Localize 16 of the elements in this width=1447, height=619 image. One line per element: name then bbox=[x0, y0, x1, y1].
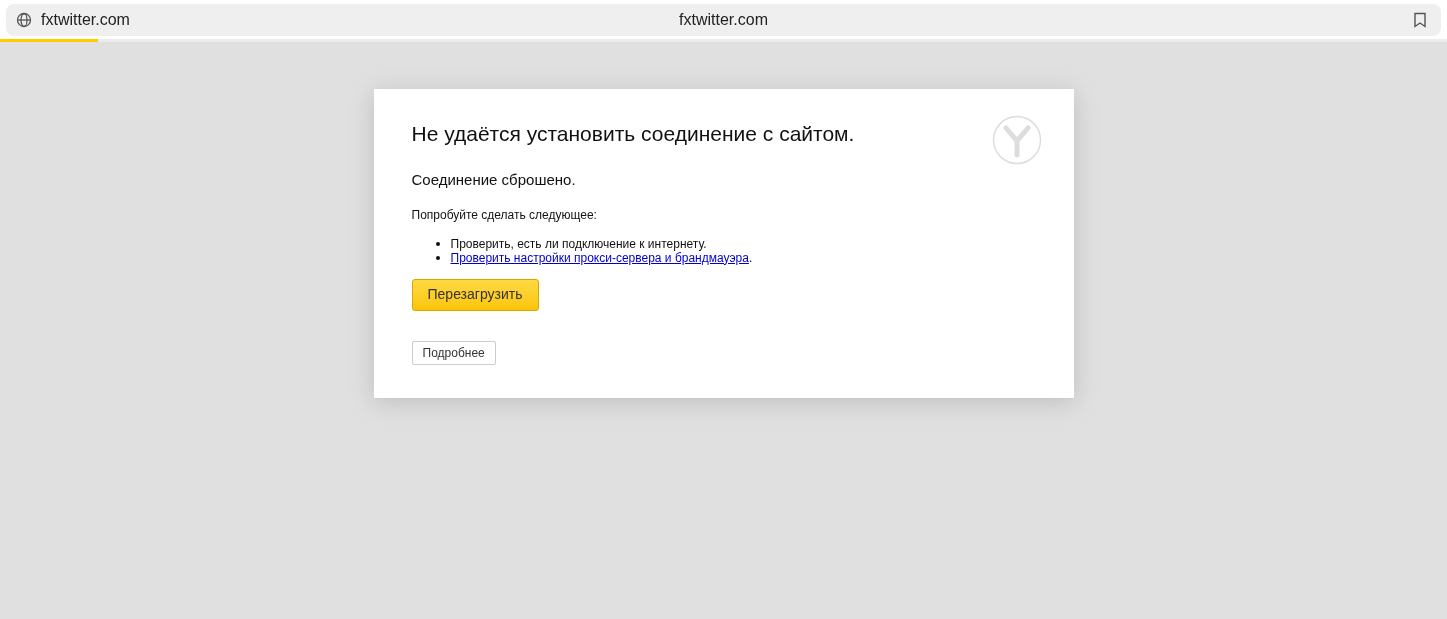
error-message: Соединение сброшено. bbox=[411, 170, 577, 190]
browser-logo-icon bbox=[991, 115, 1042, 165]
page-title: fxtwitter.com bbox=[679, 10, 768, 30]
suggestions-title: Попробуйте сделать следующее: bbox=[411, 206, 598, 224]
proxy-settings-link[interactable]: Проверить настройки прокси-сервера и брандмауэра bbox=[450, 250, 749, 265]
suggestion-text: Проверить, есть ли подключение к интернету. bbox=[450, 236, 707, 251]
error-heading: Не удаётся установить соединение с сайтом. bbox=[411, 121, 856, 147]
bookmark-icon[interactable] bbox=[1413, 12, 1427, 28]
link-suffix: . bbox=[748, 250, 753, 265]
site-domain: fxtwitter.com bbox=[41, 10, 130, 30]
bullet-icon bbox=[435, 241, 440, 246]
globe-icon bbox=[16, 12, 32, 28]
reload-button[interactable]: Перезагрузить bbox=[411, 278, 539, 311]
details-button[interactable]: Подробнее bbox=[411, 340, 496, 365]
bullet-icon bbox=[435, 255, 440, 260]
address-bar[interactable]: fxtwitter.com fxtwitter.com bbox=[6, 4, 1441, 36]
